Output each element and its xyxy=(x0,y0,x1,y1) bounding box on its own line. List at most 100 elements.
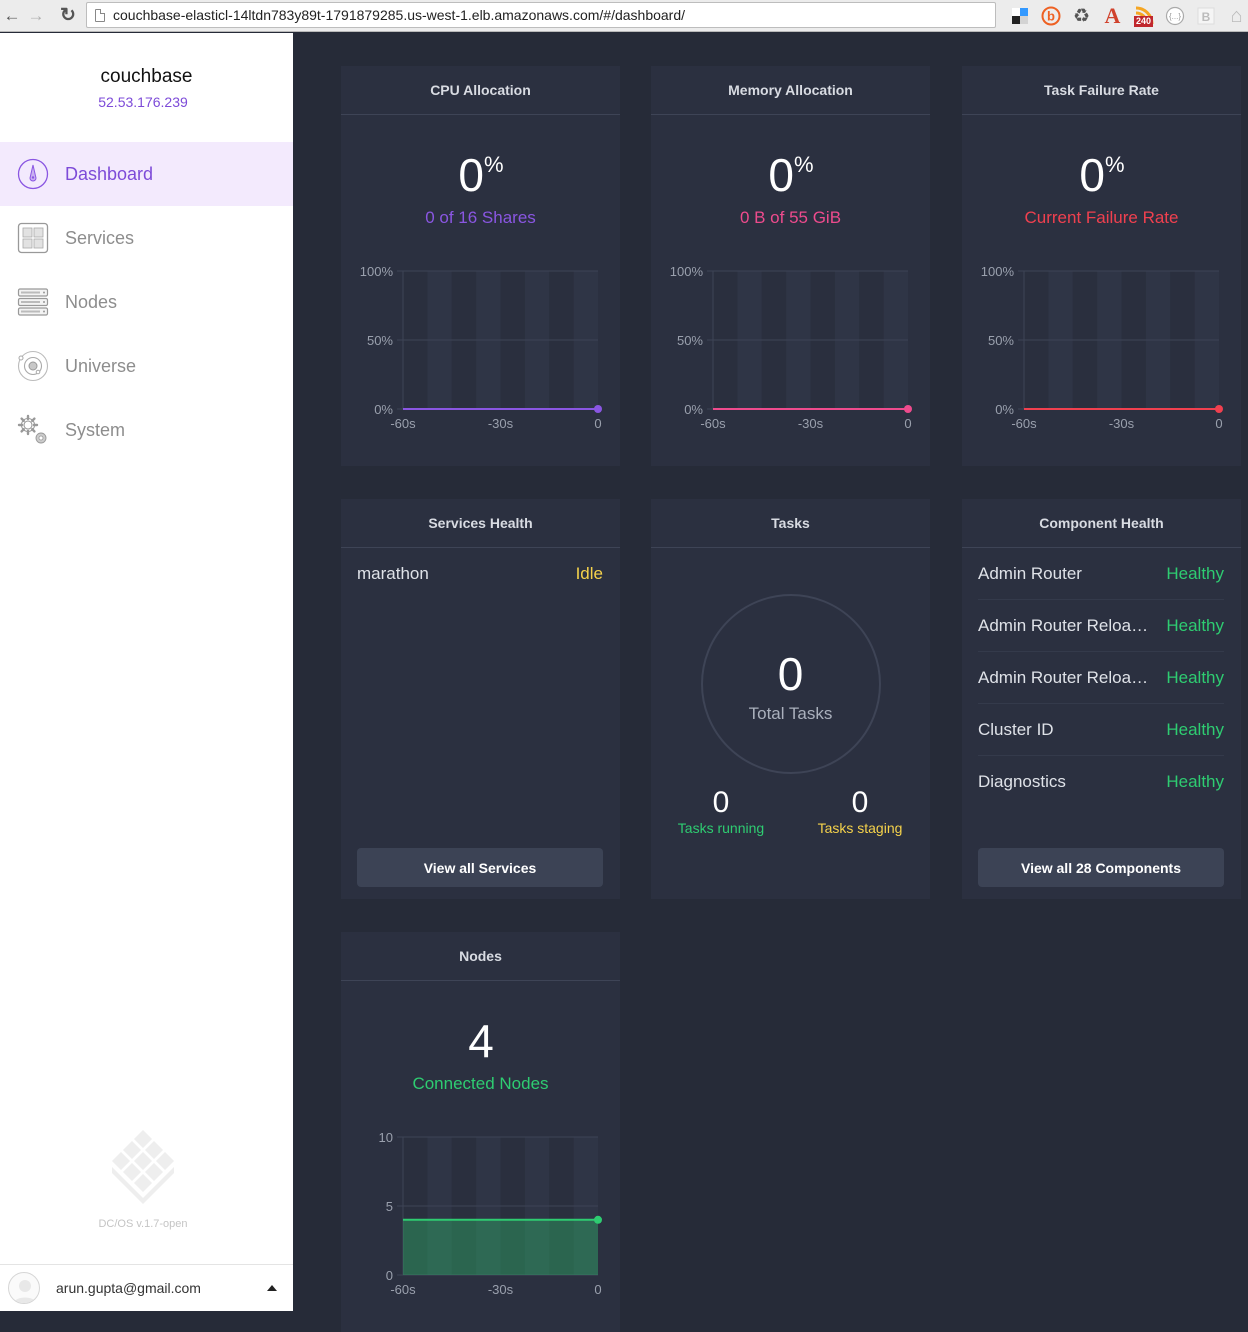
component-row[interactable]: Admin Router Reloa… Healthy xyxy=(978,652,1224,704)
sidebar-item-label: Universe xyxy=(65,355,137,376)
panel-title[interactable]: Component Health xyxy=(962,499,1241,548)
memory-allocation-panel: Memory Allocation 0% 0 B of 55 GiB 0% 50%… xyxy=(651,66,930,466)
component-name: Admin Router Reloa… xyxy=(978,667,1149,687)
component-row[interactable]: Cluster ID Healthy xyxy=(978,704,1224,756)
home-extension-icon[interactable]: ⌂ xyxy=(1221,4,1248,28)
failure-rate-label: Current Failure Rate xyxy=(1024,208,1179,227)
y-tick-label: 50% xyxy=(677,333,703,348)
sidebar-item-system[interactable]: System xyxy=(0,398,293,462)
x-tick-label: -60s xyxy=(390,1282,416,1297)
service-status: Idle xyxy=(575,564,603,583)
reload-button[interactable]: ↻ xyxy=(56,4,80,28)
connected-nodes-label: Connected Nodes xyxy=(412,1074,549,1093)
sidebar-item-label: Nodes xyxy=(65,291,118,312)
url-text[interactable]: couchbase-elasticl-14ltdn783y89t-1791879… xyxy=(113,7,685,23)
cluster-name[interactable]: couchbase xyxy=(0,66,293,88)
component-name: Admin Router Reloa… xyxy=(978,615,1149,635)
svg-text:{...}: {...} xyxy=(1168,12,1180,21)
sidebar-item-universe[interactable]: Universe xyxy=(0,334,293,398)
panel-title[interactable]: Nodes xyxy=(341,932,620,981)
tasks-running-value: 0 xyxy=(712,786,730,819)
recycle-extension-icon[interactable]: ♻ xyxy=(1066,4,1097,28)
component-row[interactable]: Admin Router Reloa… Healthy xyxy=(978,600,1224,652)
user-account-menu[interactable]: arun.gupta@gmail.com xyxy=(0,1264,293,1311)
page-icon xyxy=(95,8,105,22)
series-endpoint xyxy=(594,1215,602,1224)
series-endpoint xyxy=(904,405,912,413)
component-health-panel: Component Health Admin Router Healthy Ad… xyxy=(962,499,1241,899)
dcos-logo-icon xyxy=(112,1130,174,1204)
y-tick-label: 10 xyxy=(379,1130,393,1145)
browser-toolbar: ← → ↻ couchbase-elasticl-14ltdn783y89t-1… xyxy=(0,0,1248,32)
services-health-panel: Services Health marathon Idle View all S… xyxy=(341,499,620,899)
caret-up-icon[interactable] xyxy=(267,1285,277,1291)
x-tick-label: -60s xyxy=(1011,416,1037,431)
tasks-running-label: Tasks running xyxy=(677,820,765,836)
json-extension-icon[interactable]: {...} xyxy=(1159,4,1190,28)
component-name: Diagnostics xyxy=(978,772,1066,791)
connected-nodes-value: 4 xyxy=(468,1015,494,1067)
sidebar-item-label: System xyxy=(65,419,126,440)
y-tick-label: 100% xyxy=(670,264,704,279)
panel-title[interactable]: CPU Allocation xyxy=(341,66,620,115)
series-endpoint xyxy=(1215,405,1223,413)
total-tasks-value: 0 xyxy=(777,648,804,700)
address-bar[interactable]: couchbase-elasticl-14ltdn783y89t-1791879… xyxy=(86,2,996,28)
view-all-services-button[interactable]: View all Services xyxy=(357,848,603,887)
sidebar-item-label: Services xyxy=(65,227,135,248)
memory-usage-label: 0 B of 55 GiB xyxy=(739,208,842,227)
tasks-panel: Tasks 0 Total Tasks 0 Tasks running 0 Ta… xyxy=(651,499,930,899)
system-gears-icon xyxy=(17,414,49,446)
sidebar-item-services[interactable]: Services xyxy=(0,206,293,270)
view-all-components-button[interactable]: View all 28 Components xyxy=(978,848,1224,887)
back-button[interactable]: ← xyxy=(0,4,24,28)
component-status: Healthy xyxy=(1166,667,1224,687)
service-row[interactable]: marathon Idle xyxy=(357,548,603,600)
forward-button[interactable]: → xyxy=(24,4,48,28)
rss-extension-icon[interactable]: 240 xyxy=(1128,4,1159,28)
arrow-right-icon: → xyxy=(27,5,45,25)
cluster-ip: 52.53.176.239 xyxy=(98,94,188,110)
x-tick-label: 0 xyxy=(594,1282,601,1297)
bitly-extension-icon[interactable]: b xyxy=(1035,4,1066,28)
tasks-running-stat: 0 Tasks running xyxy=(651,786,791,836)
y-tick-label: 50% xyxy=(367,333,393,348)
component-row[interactable]: Admin Router Healthy xyxy=(978,548,1224,600)
x-tick-label: 0 xyxy=(1215,416,1222,431)
percent-unit: % xyxy=(794,152,814,177)
memory-value: 0 xyxy=(768,149,794,201)
x-tick-label: 0 xyxy=(904,416,911,431)
sidebar-item-dashboard[interactable]: Dashboard xyxy=(0,142,293,206)
dcos-version: DC/OS v.1.7-open xyxy=(98,1218,188,1230)
services-grid-icon xyxy=(17,222,49,254)
component-name: Admin Router xyxy=(978,563,1082,583)
y-tick-label: 5 xyxy=(386,1199,393,1214)
panel-title[interactable]: Services Health xyxy=(341,499,620,548)
component-row[interactable]: Diagnostics Healthy xyxy=(978,756,1224,808)
y-tick-label: 100% xyxy=(981,264,1015,279)
panel-title[interactable]: Task Failure Rate xyxy=(962,66,1241,115)
nodes-server-icon xyxy=(17,286,49,318)
x-tick-label: -30s xyxy=(488,416,514,431)
tasks-staging-value: 0 xyxy=(851,786,869,819)
failure-percent-value: 0% xyxy=(962,148,1241,202)
panel-title[interactable]: Memory Allocation xyxy=(651,66,930,115)
cpu-shares-label: 0 of 16 Shares xyxy=(425,208,536,227)
y-tick-label: 50% xyxy=(988,333,1014,348)
font-extension-icon[interactable]: A xyxy=(1097,3,1128,28)
series-endpoint xyxy=(594,405,602,413)
svg-text:B: B xyxy=(1201,10,1210,24)
panel-title[interactable]: Tasks xyxy=(651,499,930,548)
bookmark-extension-icon[interactable]: B xyxy=(1190,4,1221,28)
x-tick-label: -60s xyxy=(700,416,726,431)
dashboard-gauge-icon xyxy=(17,158,49,190)
x-tick-label: -30s xyxy=(488,1282,514,1297)
cpu-percent-value: 0% xyxy=(341,148,620,202)
sidebar-item-nodes[interactable]: Nodes xyxy=(0,270,293,334)
tasks-staging-label: Tasks staging xyxy=(817,820,903,836)
delicious-extension-icon[interactable] xyxy=(1004,4,1035,28)
failure-value: 0 xyxy=(1079,149,1105,201)
arrow-left-icon: ← xyxy=(3,5,21,25)
extension-icons: b ♻ A 240 {...} B ⌂ xyxy=(1004,3,1248,28)
cpu-allocation-panel: CPU Allocation 0% 0 of 16 Shares 0% 50% 10… xyxy=(341,66,620,466)
